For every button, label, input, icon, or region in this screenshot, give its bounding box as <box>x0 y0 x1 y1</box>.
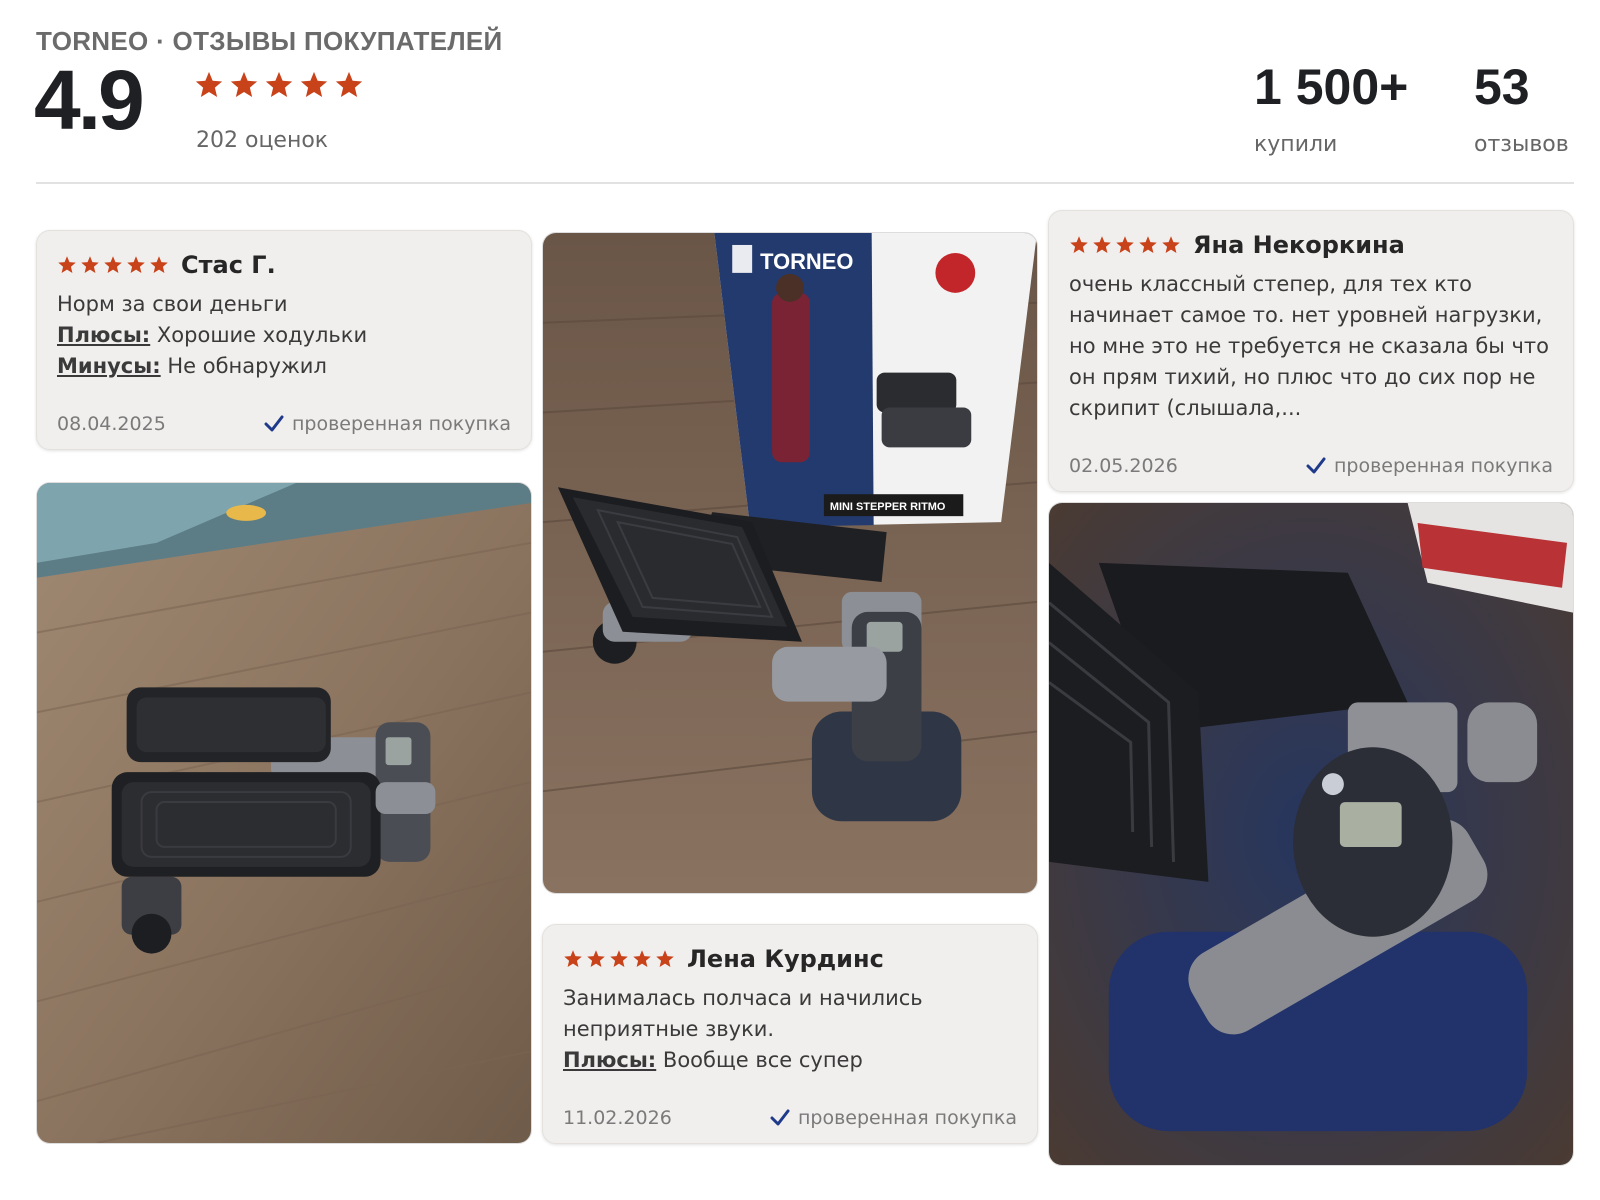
star-icon <box>1162 236 1180 253</box>
verified-label: проверенная покупка <box>1333 455 1553 477</box>
header-divider <box>36 182 1574 184</box>
average-rating: 4.9 <box>34 53 145 147</box>
star-icon <box>633 950 651 967</box>
review-body: Занималась полчаса и начились неприятные… <box>563 983 1019 1076</box>
verified-badge: проверенная покупка <box>1306 455 1553 477</box>
star-icon <box>1139 236 1157 253</box>
verified-badge: проверенная покупка <box>264 413 511 435</box>
review-photo-stepper-closeup[interactable] <box>1048 502 1574 1166</box>
review-date: 02.05.2026 <box>1069 455 1178 477</box>
cons-text: Не обнаружил <box>167 354 327 378</box>
review-card-yana[interactable]: Яна Некоркина очень классный степер, для… <box>1048 210 1574 492</box>
review-stars <box>57 255 169 275</box>
review-header: Яна Некоркина <box>1069 231 1405 259</box>
pros-text: Вообще все супер <box>662 1048 863 1072</box>
checkmark-icon <box>770 1109 790 1126</box>
review-pros: Плюсы: Хорошие ходульки <box>57 320 513 351</box>
review-text: очень классный степер, для тех кто начин… <box>1069 272 1550 420</box>
star-icon <box>656 950 674 967</box>
ratings-count: 202 оценок <box>196 128 329 153</box>
review-author: Лена Курдинс <box>687 945 884 973</box>
reviews-stat[interactable]: 53 отзывов <box>1474 62 1569 157</box>
star-icon <box>58 256 76 273</box>
star-icon <box>81 256 99 273</box>
star-icon <box>1070 236 1088 253</box>
review-author: Яна Некоркина <box>1193 231 1405 259</box>
star-icon <box>335 71 363 97</box>
review-footer: 08.04.2025 проверенная покупка <box>57 413 511 435</box>
review-text: Занималась полчаса и начились неприятные… <box>563 986 923 1041</box>
review-photo-stepper-floor[interactable] <box>36 482 532 1144</box>
star-icon <box>265 71 293 97</box>
star-icon <box>610 950 628 967</box>
review-pros: Плюсы: Вообще все супер <box>563 1045 1019 1076</box>
review-body: очень классный степер, для тех кто начин… <box>1069 269 1555 424</box>
review-author: Стас Г. <box>181 251 276 279</box>
pros-label: Плюсы: <box>563 1048 657 1072</box>
checkmark-icon <box>264 415 284 432</box>
bought-stat: 1 500+ купили <box>1254 62 1408 157</box>
reviews-value: 53 <box>1474 59 1530 115</box>
star-icon <box>150 256 168 273</box>
review-date: 08.04.2025 <box>57 413 166 435</box>
box-brand-text: TORNEO <box>760 249 853 274</box>
verified-label: проверенная покупка <box>797 1107 1017 1129</box>
review-header: Лена Курдинс <box>563 945 884 973</box>
checkmark-icon <box>1306 457 1326 474</box>
star-icon <box>564 950 582 967</box>
star-icon <box>1093 236 1111 253</box>
review-cons: Минусы: Не обнаружил <box>57 351 513 382</box>
review-footer: 11.02.2026 проверенная покупка <box>563 1107 1017 1129</box>
review-card-stas[interactable]: Стас Г. Норм за свои деньги Плюсы: Хорош… <box>36 230 532 450</box>
rating-stars <box>194 70 364 100</box>
review-card-lena[interactable]: Лена Курдинс Занималась полчаса и начили… <box>542 924 1038 1144</box>
star-icon <box>230 71 258 97</box>
star-icon <box>104 256 122 273</box>
reviews-label: отзывов <box>1474 132 1569 157</box>
review-text: Норм за свои деньги <box>57 292 288 316</box>
verified-badge: проверенная покупка <box>770 1107 1017 1129</box>
bought-value: 1 500+ <box>1254 59 1409 115</box>
review-header: Стас Г. <box>57 251 276 279</box>
review-footer: 02.05.2026 проверенная покупка <box>1069 455 1553 477</box>
review-stars <box>563 949 675 969</box>
star-icon <box>1116 236 1134 253</box>
cons-label: Минусы: <box>57 354 161 378</box>
pros-label: Плюсы: <box>57 323 151 347</box>
review-body: Норм за свои деньги Плюсы: Хорошие ходул… <box>57 289 513 382</box>
star-icon <box>300 71 328 97</box>
star-icon <box>127 256 145 273</box>
star-icon <box>587 950 605 967</box>
verified-label: проверенная покупка <box>291 413 511 435</box>
bought-label: купили <box>1254 132 1338 157</box>
review-date: 11.02.2026 <box>563 1107 672 1129</box>
box-product-text: MINI STEPPER RITMO <box>830 501 946 513</box>
star-icon <box>195 71 223 97</box>
review-photo-stepper-box[interactable]: TORNEO MINI STEPPER RITMO <box>542 232 1038 894</box>
review-stars <box>1069 235 1181 255</box>
pros-text: Хорошие ходульки <box>156 323 368 347</box>
